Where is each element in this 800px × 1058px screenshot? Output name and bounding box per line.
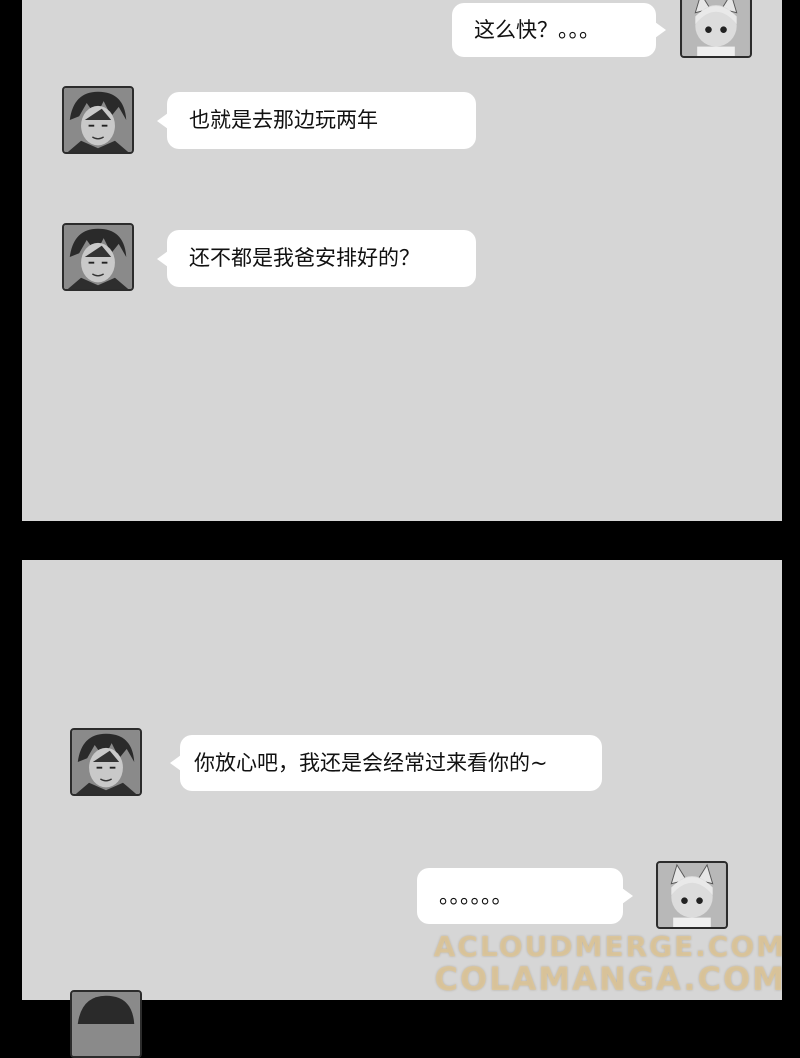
chat-bubble-boy: 还不都是我爸安排好的？: [157, 230, 476, 287]
boy-avatar-icon: [70, 990, 142, 1058]
boy-avatar-icon: [70, 728, 142, 796]
message-text: 这么快？。。。: [474, 17, 600, 42]
message-text: 。。。。。。: [439, 883, 513, 908]
chat-bubble-girl: 这么快？。。。: [452, 3, 666, 57]
boy-avatar-icon: [62, 86, 134, 154]
chat-bubble-boy: 你放心吧，我还是会经常过来看你的~: [170, 735, 602, 791]
message-text: 也就是去那边玩两年: [189, 108, 378, 132]
girl-avatar-icon: [680, 0, 752, 58]
boy-avatar-icon: [62, 223, 134, 291]
watermark-line-2: COLAMANGA.COM: [434, 960, 786, 998]
chat-bubble-girl: 。。。。。。: [417, 868, 633, 924]
message-text: 你放心吧，我还是会经常过来看你的~: [194, 750, 548, 775]
watermark-line-1: ACLOUDMERGE.COM: [433, 930, 786, 963]
girl-avatar-icon: [656, 861, 728, 929]
message-text: 还不都是我爸安排好的？: [189, 246, 420, 270]
chat-bubble-boy: 也就是去那边玩两年: [157, 92, 476, 149]
